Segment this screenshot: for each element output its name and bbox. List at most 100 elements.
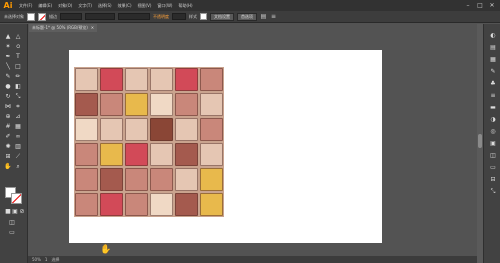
blob-brush-tool-icon[interactable]: ● bbox=[4, 83, 12, 90]
color-panel-icon[interactable]: ◐ bbox=[489, 32, 497, 39]
image-tile bbox=[200, 143, 223, 166]
brush-definition[interactable] bbox=[118, 13, 150, 20]
slice-tool-icon[interactable]: ⟋ bbox=[14, 153, 22, 160]
artboard-tool-icon[interactable]: ⊞ bbox=[4, 153, 12, 160]
image-tile bbox=[150, 118, 173, 141]
stroke-color-box[interactable] bbox=[11, 193, 22, 204]
selection-tool-icon[interactable]: ▲ bbox=[4, 33, 12, 40]
eyedropper-tool-icon[interactable]: ✐ bbox=[4, 133, 12, 140]
lasso-tool-icon[interactable]: ഠ bbox=[14, 43, 22, 50]
magic-wand-tool-icon[interactable]: ✶ bbox=[4, 43, 12, 50]
image-tile bbox=[100, 68, 123, 91]
graphic-styles-panel-icon[interactable]: ▣ bbox=[489, 140, 497, 147]
image-tile bbox=[125, 168, 148, 191]
opacity-label[interactable]: 不透明度 bbox=[153, 14, 169, 20]
current-tool-status: 选择 bbox=[51, 256, 60, 262]
symbol-sprayer-tool-icon[interactable]: ✺ bbox=[4, 143, 12, 150]
swatches-panel-icon[interactable]: ▦ bbox=[489, 56, 497, 63]
layers-panel-icon[interactable]: ◫ bbox=[489, 152, 497, 159]
free-transform-tool-icon[interactable]: ⌗ bbox=[14, 103, 22, 110]
preferences-button[interactable]: 首选项 bbox=[237, 12, 257, 21]
image-tile bbox=[175, 93, 198, 116]
menu-edit[interactable]: 编辑(E) bbox=[35, 0, 55, 11]
image-tile bbox=[100, 143, 123, 166]
eraser-tool-icon[interactable]: ◧ bbox=[14, 83, 22, 90]
menu-type[interactable]: 文字(T) bbox=[75, 0, 95, 11]
image-tile bbox=[125, 93, 148, 116]
drawing-mode-icon[interactable]: ◫ bbox=[8, 219, 16, 226]
menu-object[interactable]: 对象(O) bbox=[55, 0, 75, 11]
document-tab[interactable]: 未标题-1* @ 50% (RGB/预览) ✕ bbox=[29, 24, 98, 32]
none-mode-icon[interactable]: ⊘ bbox=[18, 208, 26, 215]
document-setup-button[interactable]: 文档设置 bbox=[210, 12, 234, 21]
tools-panel: ▲ △ ✶ ഠ ✒ T ╲ □ ✎ ✏ ● ◧ ↻ ⤡ ⋈ ⌗ ⊕ ⊿ # ▦ … bbox=[0, 24, 28, 263]
pencil-tool-icon[interactable]: ✏ bbox=[14, 73, 22, 80]
gradient-panel-icon[interactable]: ▬ bbox=[489, 104, 497, 111]
document-tab-label: 未标题-1* @ 50% (RGB/预览) bbox=[32, 25, 88, 30]
appearance-panel-icon[interactable]: ◎ bbox=[489, 128, 497, 135]
transform-panel-icon[interactable]: ⤡ bbox=[489, 188, 497, 195]
image-tile bbox=[75, 193, 98, 216]
menu-select[interactable]: 选择(S) bbox=[95, 0, 115, 11]
image-tile bbox=[150, 143, 173, 166]
zoom-tool-icon[interactable]: ⌕ bbox=[14, 163, 22, 170]
arrange-icon[interactable]: ▤ bbox=[260, 13, 267, 20]
fill-swatch[interactable] bbox=[27, 12, 35, 21]
stroke-weight-field[interactable] bbox=[60, 13, 82, 20]
menu-view[interactable]: 视图(V) bbox=[135, 0, 155, 11]
line-tool-icon[interactable]: ╲ bbox=[4, 63, 12, 70]
zoom-level[interactable]: 50% bbox=[32, 257, 41, 262]
menu-window[interactable]: 窗口(W) bbox=[154, 0, 175, 11]
panel-dock: ◐ ▤ ▦ ✎ ♣ ≡ ▬ ◑ ◎ ▣ ◫ ▭ ⊟ ⤡ bbox=[483, 24, 500, 263]
opacity-field[interactable] bbox=[172, 13, 186, 20]
screen-mode-icon[interactable]: ▭ bbox=[8, 229, 16, 236]
menu-file[interactable]: 文件(F) bbox=[16, 0, 35, 11]
rectangle-tool-icon[interactable]: □ bbox=[14, 63, 22, 70]
mesh-tool-icon[interactable]: # bbox=[4, 123, 12, 130]
image-tile bbox=[75, 93, 98, 116]
hand-cursor-icon: ✋ bbox=[100, 245, 112, 255]
image-tile bbox=[200, 68, 223, 91]
image-tile bbox=[175, 68, 198, 91]
color-guide-icon[interactable]: ▤ bbox=[489, 44, 497, 51]
panel-menu-icon[interactable]: ≡ bbox=[270, 13, 277, 20]
rotate-tool-icon[interactable]: ↻ bbox=[4, 93, 12, 100]
page-number[interactable]: 1 bbox=[45, 257, 48, 262]
selection-status: 未选择对象 bbox=[4, 13, 24, 19]
stroke-swatch[interactable] bbox=[38, 12, 46, 21]
direct-selection-tool-icon[interactable]: △ bbox=[14, 33, 22, 40]
close-button[interactable]: ✕ bbox=[488, 2, 496, 9]
minimize-button[interactable]: – bbox=[464, 2, 472, 9]
type-tool-icon[interactable]: T bbox=[14, 53, 22, 60]
pen-tool-icon[interactable]: ✒ bbox=[4, 53, 12, 60]
illustrator-window: Ai 文件(F) 编辑(E) 对象(O) 文字(T) 选择(S) 效果(C) 视… bbox=[0, 0, 500, 263]
gradient-tool-icon[interactable]: ▦ bbox=[14, 123, 22, 130]
style-swatch[interactable] bbox=[200, 13, 207, 20]
image-tile bbox=[125, 143, 148, 166]
brushes-panel-icon[interactable]: ✎ bbox=[489, 68, 497, 75]
width-tool-icon[interactable]: ⋈ bbox=[4, 103, 12, 110]
scale-tool-icon[interactable]: ⤡ bbox=[14, 93, 22, 100]
column-graph-tool-icon[interactable]: ▥ bbox=[14, 143, 22, 150]
artboards-panel-icon[interactable]: ▭ bbox=[489, 164, 497, 171]
stroke-panel-icon[interactable]: ≡ bbox=[489, 92, 497, 99]
close-document-icon[interactable]: ✕ bbox=[91, 24, 94, 32]
perspective-grid-tool-icon[interactable]: ⊿ bbox=[14, 113, 22, 120]
hand-tool-icon[interactable]: ✋ bbox=[4, 163, 12, 170]
align-panel-icon[interactable]: ⊟ bbox=[489, 176, 497, 183]
transparency-panel-icon[interactable]: ◑ bbox=[489, 116, 497, 123]
image-tile bbox=[100, 193, 123, 216]
shape-builder-tool-icon[interactable]: ⊕ bbox=[4, 113, 12, 120]
placed-image[interactable] bbox=[74, 67, 224, 217]
maximize-button[interactable]: □ bbox=[476, 2, 484, 9]
menu-effect[interactable]: 效果(C) bbox=[115, 0, 135, 11]
app-logo: Ai bbox=[3, 1, 13, 10]
blend-tool-icon[interactable]: ∞ bbox=[14, 133, 22, 140]
symbols-panel-icon[interactable]: ♣ bbox=[489, 80, 497, 87]
image-tile bbox=[125, 118, 148, 141]
paintbrush-tool-icon[interactable]: ✎ bbox=[4, 73, 12, 80]
scrollbar-thumb[interactable] bbox=[478, 134, 482, 148]
image-tile bbox=[75, 118, 98, 141]
menu-help[interactable]: 帮助(H) bbox=[175, 0, 195, 11]
variable-width-profile[interactable] bbox=[85, 13, 115, 20]
